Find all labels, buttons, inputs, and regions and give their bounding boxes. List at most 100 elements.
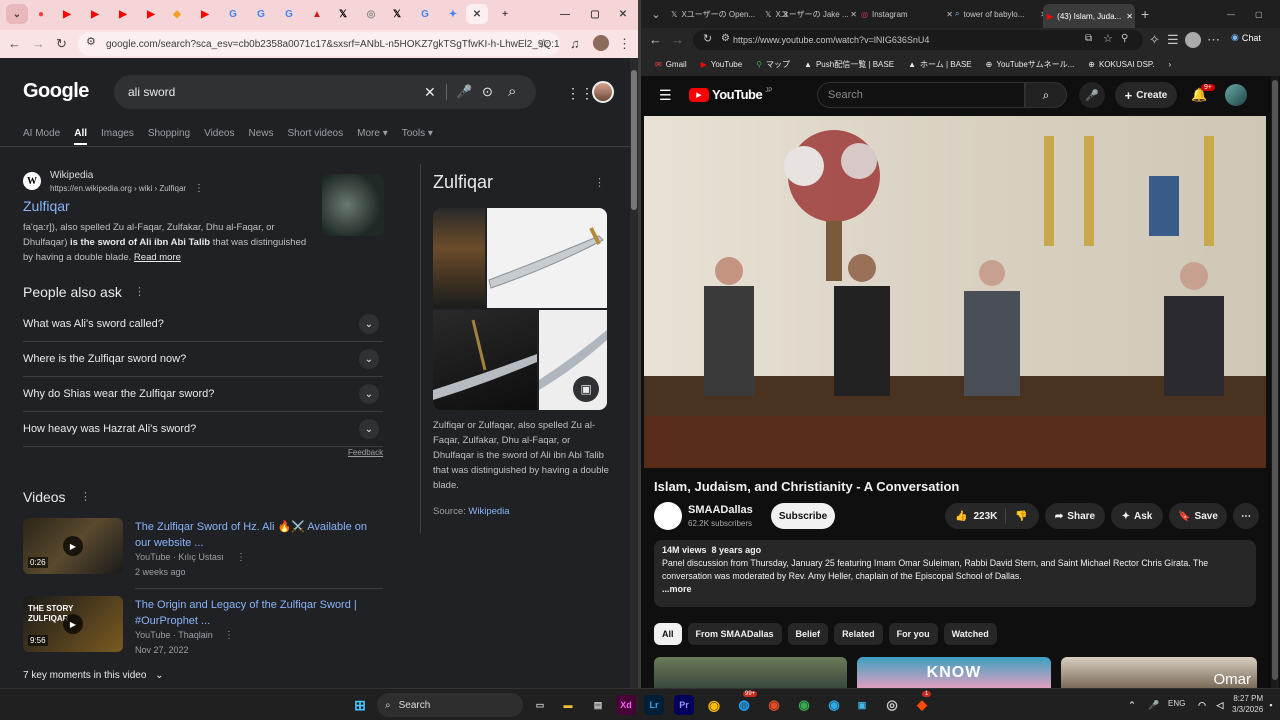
tab-images[interactable]: Images bbox=[101, 128, 134, 145]
tab-google-icon[interactable]: G bbox=[278, 4, 300, 24]
more-options-icon[interactable]: ⋮ bbox=[224, 631, 234, 641]
subscribe-button[interactable]: Subscribe bbox=[771, 503, 835, 529]
search-button[interactable]: ⌕ bbox=[1025, 82, 1067, 108]
tab-tools[interactable]: Tools ▾ bbox=[402, 128, 433, 145]
video-title[interactable]: The Zulfiqar Sword of Hz. Ali 🔥⚔️ Availa… bbox=[135, 519, 385, 551]
tab-youtube-icon[interactable]: ▶ bbox=[140, 4, 162, 24]
menu-dots-icon[interactable]: ⋯ bbox=[1207, 33, 1220, 46]
tab-youtube-icon[interactable]: ▶ bbox=[56, 4, 78, 24]
hamburger-menu-icon[interactable]: ☰ bbox=[659, 88, 672, 102]
chip-from-channel[interactable]: From SMAADallas bbox=[687, 623, 782, 645]
avatar[interactable] bbox=[593, 35, 609, 51]
lightroom-icon[interactable]: Lr bbox=[644, 695, 664, 715]
forward-icon[interactable]: → bbox=[671, 33, 684, 46]
tab-youtube-icon[interactable]: ▶ bbox=[84, 4, 106, 24]
image-gallery-icon[interactable]: ▣ bbox=[573, 376, 599, 402]
minimize-icon[interactable]: — bbox=[1227, 4, 1235, 24]
tab-search-icon[interactable]: ⌄ bbox=[6, 4, 28, 24]
tab-more[interactable]: More ▾ bbox=[357, 128, 388, 145]
avatar[interactable] bbox=[1185, 32, 1201, 48]
paa-question[interactable]: Where is the Zulfiqar sword now? ⌄ bbox=[23, 342, 383, 377]
panel-source-link[interactable]: Wikipedia bbox=[468, 506, 509, 517]
tab-close-icon[interactable]: ✕ bbox=[466, 4, 488, 24]
search-icon[interactable]: ⌕ bbox=[508, 84, 516, 99]
scrollbar-thumb[interactable] bbox=[631, 70, 637, 210]
tab-search-icon[interactable]: ⌄ bbox=[647, 4, 665, 24]
notification-center-icon[interactable]: ▪ bbox=[1266, 695, 1276, 715]
tab-shopping[interactable]: Shopping bbox=[148, 128, 190, 145]
channel-name[interactable]: SMAADallas bbox=[688, 504, 753, 516]
scrollbar[interactable] bbox=[630, 58, 638, 688]
media-icon[interactable]: ♫ bbox=[570, 37, 580, 50]
app-icon[interactable]: ◉ bbox=[794, 695, 814, 715]
volume-icon[interactable]: ◁ bbox=[1210, 695, 1230, 715]
more-options-icon[interactable]: ⋮ bbox=[80, 492, 91, 503]
video-title[interactable]: The Origin and Legacy of the Zulfiqar Sw… bbox=[135, 597, 385, 629]
save-button[interactable]: 🔖 Save bbox=[1169, 503, 1227, 529]
search-input[interactable]: ali sword ✕ 🎤 ⊙ ⌕ bbox=[114, 75, 536, 109]
extension-icon[interactable]: ⚲ bbox=[1121, 34, 1128, 44]
wifi-icon[interactable]: ◠ bbox=[1192, 695, 1212, 715]
new-tab-icon[interactable]: + bbox=[1141, 4, 1149, 24]
result-title[interactable]: Zulfiqar bbox=[23, 198, 70, 214]
video-thumbnail[interactable]: THE STORY ZULFIQAR ▶ 9:56 bbox=[23, 596, 123, 652]
tray-expand-icon[interactable]: ⌃ bbox=[1122, 695, 1142, 715]
voice-search-mic-icon[interactable]: 🎤 bbox=[1079, 82, 1105, 108]
tab-google-icon[interactable]: G bbox=[414, 4, 436, 24]
windows-start-icon[interactable]: ⊞ bbox=[350, 695, 370, 715]
bookmark-youtube[interactable]: ▶ YouTube bbox=[701, 60, 743, 69]
clear-icon[interactable]: ✕ bbox=[424, 85, 436, 99]
new-tab-icon[interactable]: + bbox=[494, 4, 516, 24]
chip-watched[interactable]: Watched bbox=[943, 623, 997, 645]
google-logo[interactable]: Google bbox=[23, 80, 89, 103]
tab-gemini-icon[interactable]: ✦ bbox=[442, 4, 464, 24]
panel-image[interactable] bbox=[433, 208, 485, 308]
extensions-icon[interactable]: ✧ bbox=[1149, 33, 1160, 46]
app-icon[interactable]: ▤ bbox=[588, 695, 608, 715]
tab-app-icon[interactable]: ◆ bbox=[166, 4, 188, 24]
bookmark-youtube-thumb[interactable]: ⊕ YouTubeサムネール... bbox=[986, 59, 1075, 70]
address-bar[interactable]: ⚙ google.com/search?sca_esv=cb0b2358a007… bbox=[78, 32, 560, 56]
read-more-link[interactable]: Read more bbox=[134, 252, 181, 263]
premiere-icon[interactable]: Pr bbox=[674, 695, 694, 715]
video-thumbnail[interactable]: ▶ 0:26 bbox=[23, 518, 123, 574]
clock[interactable]: 8:27 PM 3/3/2026 bbox=[1232, 693, 1263, 715]
ask-button[interactable]: ✦ Ask bbox=[1111, 503, 1163, 529]
bookmark-base-push[interactable]: ▲ Push配信一覧 | BASE bbox=[804, 59, 894, 70]
channel-avatar[interactable] bbox=[654, 502, 682, 530]
bookmark-kokusai[interactable]: ⊕ KOKUSAI DSP. bbox=[1088, 60, 1154, 69]
account-avatar[interactable] bbox=[1225, 84, 1247, 106]
back-icon[interactable]: ← bbox=[8, 37, 21, 50]
recommended-thumbnail[interactable]: Omar bbox=[1061, 657, 1257, 688]
tab-x[interactable]: 𝕏 Xユーザーの Jake ... ✕ bbox=[765, 4, 859, 24]
messaging-icon[interactable]: ◍ bbox=[734, 695, 754, 715]
file-explorer-icon[interactable]: ▬ bbox=[558, 695, 578, 715]
tab-maps-icon[interactable]: ● bbox=[30, 4, 52, 24]
bookmark-base-home[interactable]: ▲ ホーム | BASE bbox=[908, 59, 972, 70]
scrollbar[interactable] bbox=[1271, 76, 1279, 688]
minimize-icon[interactable]: — bbox=[554, 4, 576, 24]
search-input[interactable]: Search bbox=[817, 82, 1025, 108]
bookmark-maps[interactable]: ⚲ マップ bbox=[756, 59, 790, 70]
paa-question[interactable]: Why do Shias wear the Zulfiqar sword? ⌄ bbox=[23, 377, 383, 412]
panel-image[interactable] bbox=[487, 208, 607, 308]
tab-google[interactable]: ⌕tower of babylo...✕ bbox=[955, 4, 1049, 24]
recommended-thumbnail[interactable] bbox=[654, 657, 847, 688]
tab-youtube-active[interactable]: ▶ (43) Islam, Juda... ✕ bbox=[1043, 4, 1135, 28]
more-actions-icon[interactable]: ⋯ bbox=[1233, 503, 1259, 529]
install-icon[interactable]: ⧉ bbox=[1085, 34, 1092, 44]
tab-google-icon[interactable]: G bbox=[250, 4, 272, 24]
tab-youtube-icon[interactable]: ▶ bbox=[194, 4, 216, 24]
bookmark-star-icon[interactable]: ☆ bbox=[1103, 34, 1113, 45]
feedback-link[interactable]: Feedback bbox=[348, 448, 383, 457]
reload-icon[interactable]: ↻ bbox=[56, 37, 67, 50]
maximize-icon[interactable]: ▢ bbox=[584, 4, 606, 24]
maximize-icon[interactable]: ▢ bbox=[1255, 4, 1263, 24]
bookmarks-overflow-icon[interactable]: › bbox=[1168, 60, 1171, 69]
paa-question[interactable]: How heavy was Hazrat Ali's sword? ⌄ bbox=[23, 412, 383, 447]
chip-related[interactable]: Related bbox=[834, 623, 883, 645]
paa-question[interactable]: What was Ali's sword called? ⌄ bbox=[23, 307, 383, 342]
chip-belief[interactable]: Belief bbox=[787, 623, 829, 645]
description-box[interactable]: 14M views 8 years ago Panel discussion f… bbox=[654, 540, 1256, 607]
video-player[interactable] bbox=[644, 116, 1266, 468]
